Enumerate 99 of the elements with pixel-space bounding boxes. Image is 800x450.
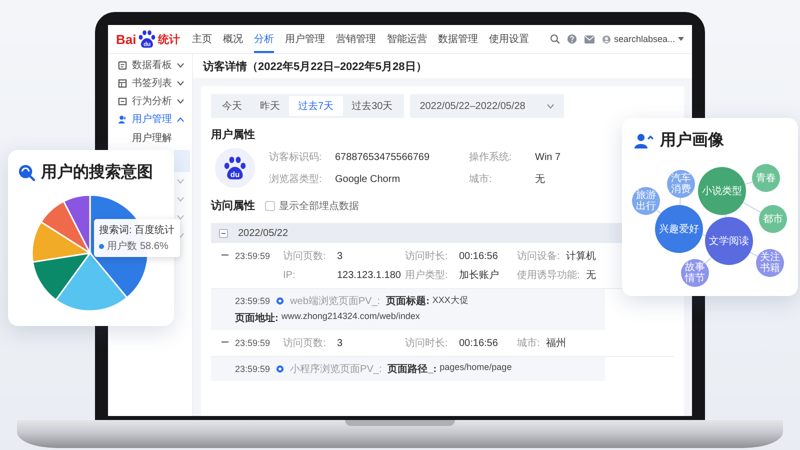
topic-bubble: 青春 bbox=[752, 164, 780, 192]
topic-bubble: 故事情节 bbox=[681, 259, 709, 287]
field-label: 页面地址: bbox=[235, 312, 278, 325]
avatar: du bbox=[215, 148, 255, 188]
field-value: Win 7 bbox=[535, 152, 561, 162]
field-label: 访问时长: bbox=[405, 250, 449, 263]
visit-time: 23:59:59 bbox=[235, 251, 270, 261]
field-value: 无 bbox=[535, 173, 545, 186]
field-label: 页面标题: bbox=[386, 294, 430, 308]
nav-tab[interactable]: 智能运营 bbox=[387, 25, 428, 53]
field-value: 3 bbox=[337, 250, 343, 262]
tooltip-title: 搜索词: 百度统计 bbox=[99, 224, 175, 237]
sidebar-item[interactable]: 行为分析 bbox=[108, 92, 192, 110]
legend-dot-icon bbox=[99, 244, 104, 248]
field-label: 操作系统: bbox=[469, 150, 513, 164]
field-label: 城市: bbox=[469, 172, 493, 186]
topic-bubble: 汽车消费 bbox=[667, 170, 695, 198]
date-tab[interactable]: 过去30天 bbox=[342, 96, 402, 116]
connector-line bbox=[744, 181, 754, 185]
topic-bubble: 兴趣爱好 bbox=[655, 205, 703, 253]
field-value: 加长账户 bbox=[459, 268, 499, 282]
date-range-picker[interactable]: 2022/05/22–2022/05/28 bbox=[410, 94, 564, 118]
sidebar-item[interactable]: 用户管理 bbox=[108, 110, 192, 128]
field-label: IP: bbox=[283, 270, 296, 280]
field-label: 访问页数: bbox=[283, 250, 327, 263]
tooltip-series: 用户数 bbox=[107, 240, 137, 253]
help-icon[interactable] bbox=[566, 34, 577, 44]
field-value: Google Chorm bbox=[335, 174, 400, 184]
field-label: 城市: bbox=[517, 336, 540, 350]
event-type: web端浏览页面PV_: bbox=[290, 294, 380, 308]
checkbox[interactable] bbox=[265, 200, 275, 210]
connector-line bbox=[680, 197, 681, 206]
field-label: 访客标识码: bbox=[269, 150, 323, 164]
group-date: 2022/05/22 bbox=[238, 228, 288, 238]
section-heading: 用户属性 bbox=[211, 128, 255, 142]
connector-line bbox=[704, 256, 712, 264]
date-tab[interactable]: 今天 bbox=[213, 96, 251, 116]
page-title: 访客详情（2022年5月22日–2022年5月28日） bbox=[203, 60, 427, 74]
dashboard-icon bbox=[118, 60, 127, 70]
topic-bubble: 小说类型 bbox=[698, 167, 746, 215]
connector-line bbox=[656, 210, 662, 214]
field-value: 无 bbox=[586, 269, 596, 282]
nav-tab[interactable]: 概况 bbox=[223, 25, 244, 53]
field-value: 00:16:56 bbox=[459, 338, 498, 348]
caret-icon bbox=[678, 37, 684, 41]
event-time: 23:59:59 bbox=[235, 296, 270, 306]
nav-tab[interactable]: 用户管理 bbox=[285, 25, 326, 53]
search-icon bbox=[18, 164, 35, 181]
field-label: 页面路径_: bbox=[388, 362, 437, 376]
chevron-icon bbox=[547, 104, 554, 108]
collapse-icon[interactable] bbox=[219, 228, 228, 238]
person-icon bbox=[118, 114, 127, 124]
person-icon bbox=[634, 132, 654, 148]
search-icon[interactable] bbox=[550, 34, 560, 44]
list-icon bbox=[118, 78, 127, 88]
event-dot-icon bbox=[276, 297, 284, 305]
field-value: 计算机 bbox=[566, 250, 596, 263]
connector-line bbox=[750, 252, 758, 257]
field-value: 67887653475566769 bbox=[335, 152, 430, 162]
event-time: 23:59:59 bbox=[235, 364, 270, 374]
field-value: pages/home/page bbox=[440, 362, 512, 374]
nav-tab[interactable]: 营销管理 bbox=[336, 25, 376, 53]
visit-time: 23:59:59 bbox=[235, 338, 270, 348]
field-value: 福州 bbox=[546, 336, 566, 350]
window-icon bbox=[118, 96, 127, 106]
field-label: 浏览器类型: bbox=[269, 172, 323, 186]
event-dot-icon bbox=[276, 365, 284, 373]
event-type: 小程序浏览页面PV_: bbox=[290, 362, 382, 376]
nav-tab[interactable]: 使用设置 bbox=[489, 25, 530, 53]
field-value: 00:16:56 bbox=[459, 250, 498, 262]
topic-bubble: 关注书籍 bbox=[756, 249, 784, 277]
date-tab[interactable]: 过去7天 bbox=[289, 96, 343, 116]
field-label: 用户类型: bbox=[405, 268, 449, 282]
field-label: 访问页数: bbox=[283, 336, 327, 350]
mail-icon[interactable] bbox=[584, 34, 595, 44]
field-value: XXX大促 bbox=[432, 294, 468, 307]
nav-tab[interactable]: 数据管理 bbox=[438, 25, 478, 53]
field-label: 访问时长: bbox=[405, 336, 449, 350]
topic-bubble: 都市 bbox=[759, 205, 787, 233]
topic-bubble: 旅游出行 bbox=[632, 187, 660, 215]
field-value: 123.123.1.180 bbox=[337, 270, 401, 280]
field-label: 使用诱导功能: bbox=[517, 268, 580, 282]
card-title: 用户画像 bbox=[660, 130, 724, 151]
field-value: www.zhong214324.com/web/index bbox=[281, 311, 420, 323]
topic-bubble: 文学阅读 bbox=[705, 217, 753, 265]
account-menu[interactable]: searchlabsea... bbox=[602, 34, 684, 44]
user-avatar-icon bbox=[602, 34, 611, 44]
sidebar-subitem[interactable]: 用户理解 bbox=[108, 128, 190, 150]
field-value: 3 bbox=[337, 338, 343, 348]
sidebar-item[interactable]: 数据看板 bbox=[108, 56, 192, 74]
date-tab[interactable]: 昨天 bbox=[251, 96, 289, 116]
section-heading: 访问属性 bbox=[211, 198, 255, 213]
nav-tab[interactable]: 主页 bbox=[192, 25, 212, 53]
card-title: 用户的搜索意图 bbox=[41, 162, 153, 183]
field-label: 访问设备: bbox=[517, 250, 560, 263]
tooltip-value: 58.6% bbox=[140, 240, 168, 252]
sidebar-item[interactable]: 书签列表 bbox=[108, 74, 192, 92]
show-all-checkbox[interactable]: 显示全部埋点数据 bbox=[265, 198, 359, 212]
connector-line bbox=[742, 202, 762, 213]
